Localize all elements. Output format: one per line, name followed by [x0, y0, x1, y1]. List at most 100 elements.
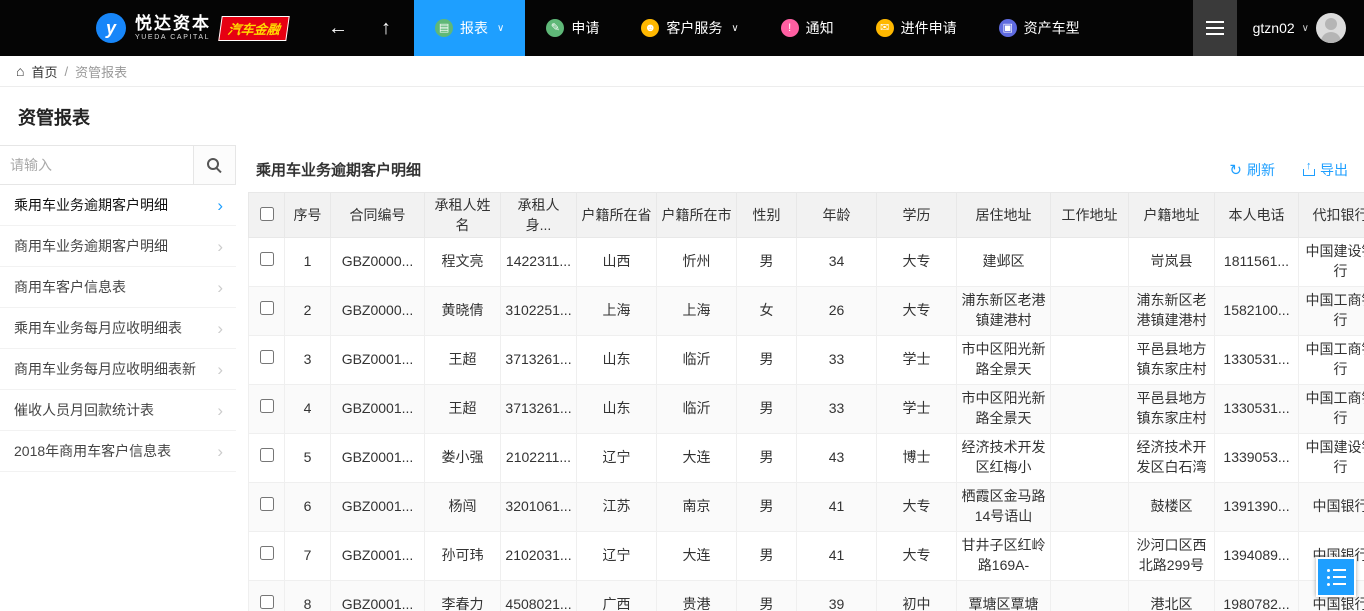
table-cell: 李春力	[425, 581, 501, 611]
row-checkbox[interactable]	[260, 497, 274, 511]
table-cell: 学士	[877, 385, 957, 434]
table-cell: 贵港	[657, 581, 737, 611]
table-cell: 41	[797, 532, 877, 581]
table-cell: 中国工商银行	[1299, 336, 1364, 385]
table-cell: 1811561...	[1215, 238, 1299, 287]
table-row: 4GBZ0001...王超3713261...山东临沂男33学士市中区阳光新路全…	[249, 385, 1364, 434]
sidebar-item-label: 乘用车业务逾期客户明细	[14, 195, 168, 215]
table-cell: 1339053...	[1215, 434, 1299, 483]
table-cell: 上海	[657, 287, 737, 336]
table-cell	[1051, 287, 1129, 336]
table-cell: 辽宁	[577, 434, 657, 483]
table-row: 7GBZ0001...孙可玮2102031...辽宁大连男41大专甘井子区红岭路…	[249, 532, 1364, 581]
brand-logo-icon: y	[96, 13, 126, 43]
table-cell	[1051, 434, 1129, 483]
table-cell: 黄晓倩	[425, 287, 501, 336]
table-cell: 男	[737, 532, 797, 581]
row-checkbox[interactable]	[260, 252, 274, 266]
row-checkbox[interactable]	[260, 546, 274, 560]
table-cell	[1051, 581, 1129, 611]
top-nav: y 悦达资本 YUEDA CAPITAL 汽车金融 ← ↑ ▤报表∨✎申请☻客户…	[0, 0, 1364, 56]
table-cell: 1582100...	[1215, 287, 1299, 336]
data-table: 序号合同编号承租人姓名承租人身...户籍所在省户籍所在市性别年龄学历居住地址工作…	[248, 192, 1364, 611]
row-checkbox-cell	[249, 532, 285, 581]
table-body: 1GBZ0000...程文亮1422311...山西忻州男34大专建邺区岢岚县1…	[249, 238, 1364, 611]
breadcrumb: ⌂ 首页 / 资管报表	[0, 56, 1364, 87]
table-cell: 5	[285, 434, 331, 483]
chevron-right-icon: ›	[217, 361, 223, 378]
table-cell: 平邑县地方镇东家庄村	[1129, 336, 1215, 385]
table-cell: GBZ0001...	[331, 532, 425, 581]
table-cell: 经济技术开发区白石湾	[1129, 434, 1215, 483]
chevron-down-icon: ∨	[731, 23, 738, 34]
table-cell: 1394089...	[1215, 532, 1299, 581]
nav-item-report[interactable]: ▤报表∨	[414, 0, 525, 56]
table-cell: 山东	[577, 385, 657, 434]
sidebar-item[interactable]: 商用车业务逾期客户明细 ›	[0, 226, 236, 267]
row-checkbox[interactable]	[260, 448, 274, 462]
up-icon[interactable]: ↑	[362, 17, 410, 40]
table-cell: 男	[737, 434, 797, 483]
table-cell: 1330531...	[1215, 336, 1299, 385]
sidebar-item[interactable]: 催收人员月回款统计表›	[0, 390, 236, 431]
sidebar-item-label: 商用车业务逾期客户明细	[14, 236, 168, 256]
list-toggle-button[interactable]	[1316, 557, 1356, 597]
table-cell: 1330531...	[1215, 385, 1299, 434]
nav-item-intake-apply[interactable]: ✉进件申请	[855, 0, 978, 56]
sidebar-item[interactable]: 2018年商用车客户信息表›	[0, 431, 236, 472]
search-input[interactable]	[0, 146, 193, 184]
sidebar-item[interactable]: 乘用车业务每月应收明细表›	[0, 308, 236, 349]
table-cell: 广西	[577, 581, 657, 611]
column-header: 承租人身...	[501, 193, 577, 238]
table-cell: 栖霞区金马路14号语山	[957, 483, 1051, 532]
row-checkbox[interactable]	[260, 399, 274, 413]
select-all-header-cell	[249, 193, 285, 238]
nav-item-customer-service[interactable]: ☻客户服务∨	[620, 0, 759, 56]
table-cell: 3201061...	[501, 483, 577, 532]
table-cell: 33	[797, 336, 877, 385]
table-cell: 2102211...	[501, 434, 577, 483]
sidebar-item-label: 2018年商用车客户信息表	[14, 441, 171, 461]
chevron-right-icon: ›	[217, 402, 223, 419]
main-panel: 乘用车业务逾期客户明细 ↻ 刷新 导出 序号合同编号承租人姓名承租人身...户籍…	[236, 145, 1364, 611]
select-all-checkbox[interactable]	[260, 207, 274, 221]
intake-apply-icon: ✉	[876, 19, 894, 37]
row-checkbox-cell	[249, 238, 285, 287]
avatar[interactable]	[1316, 13, 1346, 43]
table-cell: 娄小强	[425, 434, 501, 483]
table-cell: GBZ0001...	[331, 581, 425, 611]
row-checkbox[interactable]	[260, 350, 274, 364]
search-button[interactable]	[193, 146, 235, 184]
sidebar-item[interactable]: 商用车客户信息表›	[0, 267, 236, 308]
table-cell	[1051, 336, 1129, 385]
chevron-right-icon: ›	[217, 238, 223, 255]
row-checkbox[interactable]	[260, 301, 274, 315]
nav-item-notice[interactable]: !通知	[760, 0, 855, 56]
table-row: 1GBZ0000...程文亮1422311...山西忻州男34大专建邺区岢岚县1…	[249, 238, 1364, 287]
breadcrumb-home[interactable]: 首页	[31, 62, 57, 81]
table-cell: 男	[737, 238, 797, 287]
hamburger-menu-icon[interactable]	[1193, 0, 1237, 56]
table-cell: 鼓楼区	[1129, 483, 1215, 532]
table-cell: 岢岚县	[1129, 238, 1215, 287]
refresh-button[interactable]: ↻ 刷新	[1229, 160, 1275, 180]
table-cell: 大连	[657, 532, 737, 581]
brand-badge: 汽车金融	[218, 16, 290, 41]
row-checkbox[interactable]	[260, 595, 274, 609]
table-cell: GBZ0000...	[331, 287, 425, 336]
table-cell: 男	[737, 483, 797, 532]
table-cell: 3713261...	[501, 385, 577, 434]
sidebar-item[interactable]: 商用车业务每月应收明细表新›	[0, 349, 236, 390]
table-cell: 覃塘区覃塘	[957, 581, 1051, 611]
brand-name-en: YUEDA CAPITAL	[135, 34, 211, 42]
table-cell: 大连	[657, 434, 737, 483]
nav-item-asset-model[interactable]: ▣资产车型	[978, 0, 1101, 56]
export-button[interactable]: 导出	[1303, 160, 1348, 180]
table-cell: 2	[285, 287, 331, 336]
sidebar-item[interactable]: 乘用车业务逾期客户明细›	[0, 185, 236, 226]
back-icon[interactable]: ←	[314, 17, 362, 40]
nav-item-apply[interactable]: ✎申请	[525, 0, 620, 56]
user-menu[interactable]: gtzn02 ∨	[1237, 13, 1364, 43]
table-cell: 市中区阳光新路全景天	[957, 385, 1051, 434]
brand-name: 悦达资本	[135, 14, 211, 34]
